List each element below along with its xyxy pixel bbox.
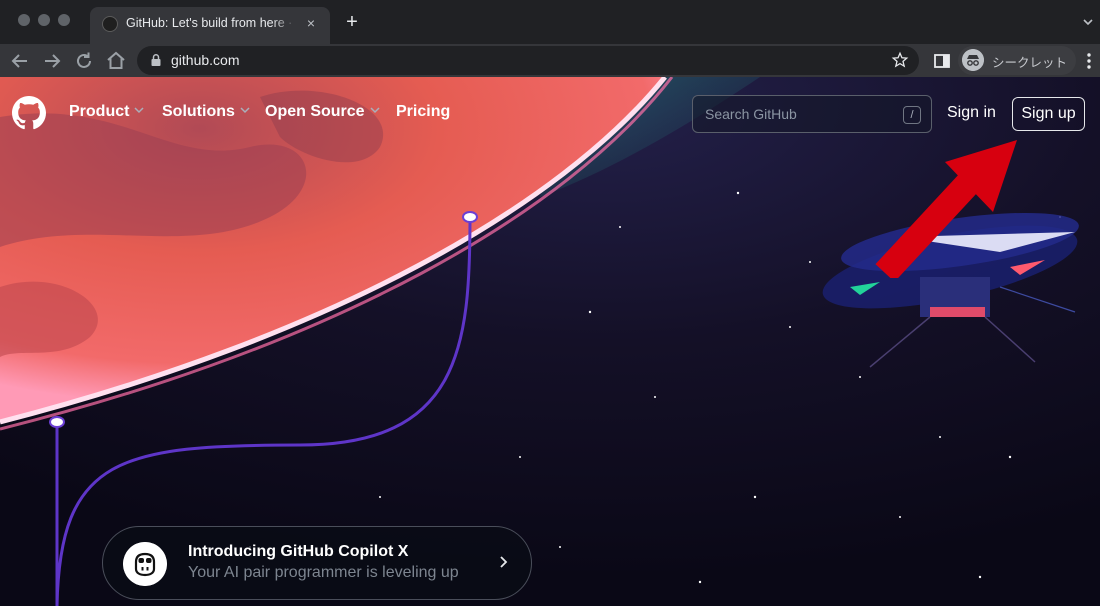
forward-arrow-icon[interactable] (40, 49, 64, 73)
nav-open-source-label: Open Source (265, 103, 365, 120)
back-arrow-icon[interactable] (8, 49, 32, 73)
github-logo-icon[interactable] (12, 96, 46, 130)
chevron-right-icon (500, 556, 508, 568)
sign-up-button[interactable]: Sign up (1012, 97, 1085, 131)
reload-icon[interactable] (72, 49, 96, 73)
sign-in-link[interactable]: Sign in (947, 104, 996, 122)
nav-solutions-label: Solutions (162, 103, 235, 120)
incognito-icon (962, 49, 984, 71)
nav-product-label: Product (69, 103, 130, 120)
github-header: Product Solutions Open Source Pricing Se… (0, 77, 1100, 151)
browser-tab-strip: GitHub: Let's build from here · GitHub ×… (0, 0, 1100, 44)
nav-product[interactable]: Product (69, 103, 144, 125)
url-text: github.com (171, 52, 240, 68)
tab-search-chevron-icon[interactable] (1082, 16, 1094, 28)
window-close-button[interactable] (18, 14, 30, 26)
incognito-profile-button[interactable]: シークレット (958, 46, 1076, 75)
bookmark-star-icon[interactable] (891, 51, 909, 69)
incognito-label: シークレット (992, 56, 1068, 70)
copilot-icon (123, 542, 167, 586)
red-annotation-arrow (875, 140, 1017, 278)
copilot-banner-subtitle: Your AI pair programmer is leveling up (188, 564, 459, 581)
chevron-down-icon (134, 107, 144, 114)
tab-title: GitHub: Let's build from here · GitHub (126, 16, 296, 30)
browser-tab-github[interactable]: GitHub: Let's build from here · GitHub × (90, 7, 330, 44)
address-bar[interactable]: github.com (137, 46, 919, 75)
github-favicon-icon (102, 16, 118, 32)
search-input[interactable]: Search GitHub / (692, 95, 932, 133)
chevron-down-icon (240, 107, 250, 114)
copilot-banner-title: Introducing GitHub Copilot X (188, 543, 409, 560)
nav-open-source[interactable]: Open Source (265, 103, 380, 125)
search-shortcut-key: / (903, 106, 921, 124)
search-placeholder: Search GitHub (705, 106, 797, 122)
window-minimize-button[interactable] (38, 14, 50, 26)
window-maximize-button[interactable] (58, 14, 70, 26)
browser-toolbar: github.com シークレット (0, 44, 1100, 77)
github-homepage: Product Solutions Open Source Pricing Se… (0, 77, 1100, 606)
home-icon[interactable] (104, 49, 128, 73)
new-tab-button[interactable]: + (342, 12, 362, 32)
tab-close-icon[interactable]: × (302, 14, 320, 32)
nav-pricing[interactable]: Pricing (396, 103, 450, 125)
browser-menu-icon[interactable] (1082, 49, 1096, 73)
nav-solutions[interactable]: Solutions (162, 103, 250, 125)
chevron-down-icon (370, 107, 380, 114)
copilot-x-banner[interactable]: Introducing GitHub Copilot X Your AI pai… (102, 526, 532, 600)
side-panel-icon[interactable] (930, 49, 954, 73)
nav-pricing-label: Pricing (396, 103, 451, 120)
lock-icon[interactable] (149, 53, 163, 67)
